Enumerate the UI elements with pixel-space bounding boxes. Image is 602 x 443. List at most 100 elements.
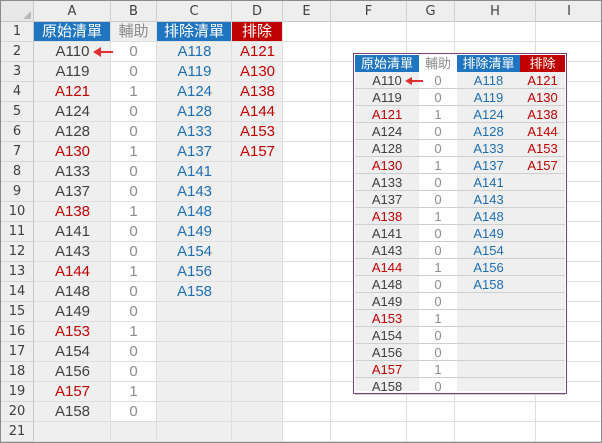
helper-cell[interactable]: 0 (111, 222, 157, 242)
exclude-cell[interactable]: A130 (232, 62, 283, 82)
copy-empty-cell[interactable] (520, 191, 565, 208)
helper-cell[interactable]: 1 (111, 262, 157, 282)
column-header-f[interactable]: F (331, 1, 407, 22)
helper-cell[interactable]: 1 (111, 322, 157, 342)
copy-exclude-list-cell[interactable]: A133 (457, 140, 520, 157)
cell[interactable] (283, 342, 331, 362)
copy-original-cell[interactable]: A138 (355, 208, 419, 225)
row-header-16[interactable]: 16 (1, 322, 34, 342)
cell[interactable] (157, 322, 232, 342)
copy-empty-cell[interactable] (520, 276, 565, 293)
copy-original-cell[interactable]: A156 (355, 344, 419, 361)
cell[interactable] (536, 402, 601, 422)
copy-helper-cell[interactable]: 0 (419, 123, 457, 140)
copy-original-cell[interactable]: A144 (355, 259, 419, 276)
copy-empty-cell[interactable] (457, 344, 520, 361)
exclude-list-cell[interactable]: A133 (157, 122, 232, 142)
exclude-list-cell[interactable]: A158 (157, 282, 232, 302)
copy-exclude-list-cell[interactable]: A137 (457, 157, 520, 174)
helper-cell[interactable]: 0 (111, 162, 157, 182)
cell[interactable] (283, 82, 331, 102)
cell[interactable] (455, 402, 536, 422)
copy-exclude-list-cell[interactable]: A158 (457, 276, 520, 293)
column-header-d[interactable]: D (232, 1, 283, 22)
cell[interactable] (157, 342, 232, 362)
copy-empty-cell[interactable] (457, 327, 520, 344)
helper-cell[interactable]: 1 (111, 202, 157, 222)
copy-original-cell[interactable]: A158 (355, 378, 419, 395)
copy-exclude-cell[interactable]: A121 (520, 72, 565, 89)
copy-original-cell[interactable]: A154 (355, 327, 419, 344)
cell[interactable] (283, 402, 331, 422)
cell[interactable] (283, 422, 331, 442)
original-list-cell[interactable]: A121 (34, 82, 111, 102)
cell[interactable] (232, 162, 283, 182)
original-list-cell[interactable]: A137 (34, 182, 111, 202)
copy-original-cell[interactable]: A119 (355, 89, 419, 106)
column-header-c[interactable]: C (157, 1, 232, 22)
row-header-9[interactable]: 9 (1, 182, 34, 202)
copy-helper-cell[interactable]: 0 (419, 344, 457, 361)
copy-helper-cell[interactable]: 1 (419, 208, 457, 225)
row-header-1[interactable]: 1 (1, 22, 34, 42)
copy-original-cell[interactable]: A141 (355, 225, 419, 242)
original-list-cell[interactable]: A157 (34, 382, 111, 402)
helper-cell[interactable]: 0 (111, 342, 157, 362)
helper-cell[interactable]: 0 (111, 62, 157, 82)
copy-empty-cell[interactable] (520, 310, 565, 327)
cell[interactable] (283, 302, 331, 322)
cell[interactable] (232, 322, 283, 342)
cell[interactable] (157, 402, 232, 422)
copy-empty-cell[interactable] (520, 293, 565, 310)
copy-exclude-list-cell[interactable]: A156 (457, 259, 520, 276)
cell[interactable] (232, 342, 283, 362)
exclude-list-cell[interactable]: A128 (157, 102, 232, 122)
cell[interactable] (232, 202, 283, 222)
original-list-cell[interactable]: A133 (34, 162, 111, 182)
cell[interactable] (536, 422, 601, 442)
row-header-8[interactable]: 8 (1, 162, 34, 182)
copy-header-exclude-list[interactable]: 排除清單 (457, 55, 520, 72)
copy-helper-cell[interactable]: 1 (419, 310, 457, 327)
header-exclude[interactable]: 排除 (232, 22, 283, 42)
cell[interactable] (283, 262, 331, 282)
column-header-g[interactable]: G (407, 1, 455, 22)
cell[interactable] (407, 422, 455, 442)
helper-cell[interactable]: 0 (111, 302, 157, 322)
cell[interactable] (232, 362, 283, 382)
copy-original-cell[interactable]: A133 (355, 174, 419, 191)
exclude-cell[interactable]: A157 (232, 142, 283, 162)
exclude-cell[interactable]: A144 (232, 102, 283, 122)
copy-helper-cell[interactable]: 0 (419, 293, 457, 310)
copy-original-cell[interactable]: A153 (355, 310, 419, 327)
row-header-13[interactable]: 13 (1, 262, 34, 282)
copy-original-cell[interactable]: A121 (355, 106, 419, 123)
helper-cell[interactable]: 0 (111, 182, 157, 202)
copy-helper-cell[interactable]: 1 (419, 361, 457, 378)
cell[interactable] (157, 362, 232, 382)
copy-empty-cell[interactable] (520, 174, 565, 191)
original-list-cell[interactable]: A148 (34, 282, 111, 302)
helper-cell[interactable]: 0 (111, 402, 157, 422)
row-header-11[interactable]: 11 (1, 222, 34, 242)
copy-empty-cell[interactable] (520, 208, 565, 225)
cell[interactable] (283, 322, 331, 342)
original-list-cell[interactable]: A119 (34, 62, 111, 82)
row-header-5[interactable]: 5 (1, 102, 34, 122)
original-list-cell[interactable]: A124 (34, 102, 111, 122)
row-header-6[interactable]: 6 (1, 122, 34, 142)
original-list-cell[interactable]: A141 (34, 222, 111, 242)
copy-exclude-list-cell[interactable]: A148 (457, 208, 520, 225)
cell[interactable] (331, 422, 407, 442)
header-original-list[interactable]: 原始清單 (34, 22, 111, 42)
copy-empty-cell[interactable] (520, 327, 565, 344)
copy-exclude-cell[interactable]: A138 (520, 106, 565, 123)
copy-original-cell[interactable]: A149 (355, 293, 419, 310)
original-list-cell[interactable]: A143 (34, 242, 111, 262)
row-header-4[interactable]: 4 (1, 82, 34, 102)
original-list-cell[interactable]: A138 (34, 202, 111, 222)
row-header-18[interactable]: 18 (1, 362, 34, 382)
cell[interactable] (283, 222, 331, 242)
copy-empty-cell[interactable] (520, 242, 565, 259)
copy-empty-cell[interactable] (457, 361, 520, 378)
